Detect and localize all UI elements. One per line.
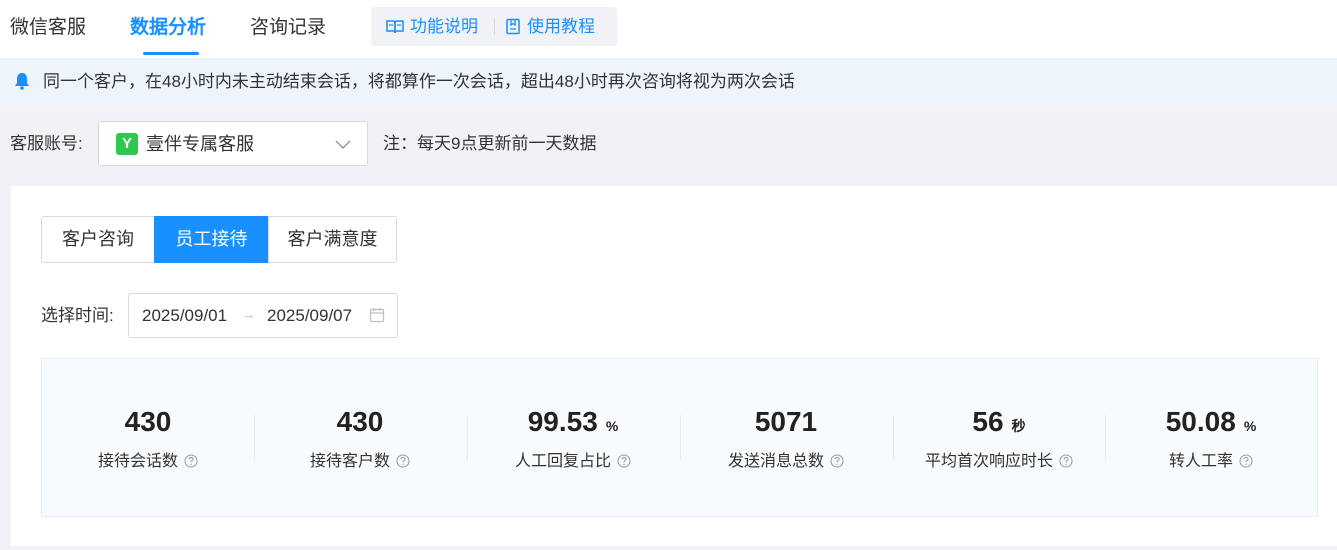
stat-value: 430 [336,406,384,437]
account-label: 客服账号: [10,134,83,153]
stat-label: 人工回复占比 [467,451,679,473]
stat-label: 接待客户数 [254,451,466,473]
stat-label: 发送消息总数 [680,451,892,473]
stat-item: 430 接待客户数 [254,359,466,516]
feature-description-link[interactable]: 功能说明 [386,16,478,38]
notice-text: 同一个客户，在48小时内未主动结束会话，将都算作一次会话，超出48小时再次咨询将… [43,72,795,91]
question-icon[interactable] [184,454,198,468]
help-links: 功能说明 使用教程 [371,7,617,46]
document-icon [506,18,520,35]
account-selected-value: 壹伴专属客服 [146,134,254,154]
stat-value: 50.08% [1165,406,1257,437]
stats-panel: 430 接待会话数 430 接待客户数 99.53% 人工回复占比 5071 发… [41,358,1318,517]
question-icon[interactable] [1059,454,1073,468]
calendar-icon [369,308,385,323]
help-divider [494,18,495,35]
stat-value: 99.53% [527,406,619,437]
tutorial-label: 使用教程 [527,17,595,36]
stat-label: 平均首次响应时长 [893,451,1105,473]
stat-label: 接待会话数 [42,451,254,473]
stat-item: 56 秒 平均首次响应时长 [893,359,1105,516]
book-icon [386,20,404,34]
feature-description-label: 功能说明 [410,17,478,36]
segment-staff-reception[interactable]: 员工接待 [154,216,269,263]
account-select[interactable]: Y 壹伴专属客服 [98,121,368,166]
segment-customer-consult[interactable]: 客户咨询 [41,216,155,263]
account-note: 注：每天9点更新前一天数据 [383,134,597,153]
question-icon[interactable] [396,454,410,468]
question-icon[interactable] [617,454,631,468]
question-icon[interactable] [830,454,844,468]
stat-value: 430 [124,406,172,437]
time-label: 选择时间: [41,306,114,325]
date-arrow: → [241,306,256,323]
tab-wechat-service[interactable]: 微信客服 [10,14,86,42]
end-date-input[interactable]: 2025/09/07 [267,305,352,327]
tab-data-analysis[interactable]: 数据分析 [130,14,206,42]
stat-label: 转人工率 [1105,451,1317,473]
stat-value: 56 秒 [972,406,1026,437]
account-logo: Y [116,133,138,155]
notice-banner: 同一个客户，在48小时内未主动结束会话，将都算作一次会话，超出48小时再次咨询将… [0,58,1337,106]
stat-item: 99.53% 人工回复占比 [467,359,679,516]
stat-item: 430 接待会话数 [42,359,254,516]
date-range-picker[interactable]: 2025/09/01 → 2025/09/07 [128,293,398,338]
stat-item: 5071 发送消息总数 [680,359,892,516]
active-tab-indicator [143,52,199,55]
top-nav: 微信客服 数据分析 咨询记录 功能说明 使用教程 [0,0,1337,58]
tab-consult-records[interactable]: 咨询记录 [250,14,326,42]
bell-icon [15,73,29,90]
tutorial-link[interactable]: 使用教程 [505,16,595,38]
question-icon[interactable] [1239,454,1253,468]
chevron-down-icon [335,140,351,150]
segment-customer-satisfaction[interactable]: 客户满意度 [268,216,397,263]
start-date-input[interactable]: 2025/09/01 [142,305,227,327]
stat-value: 5071 [754,406,818,437]
stat-item: 50.08% 转人工率 [1105,359,1317,516]
